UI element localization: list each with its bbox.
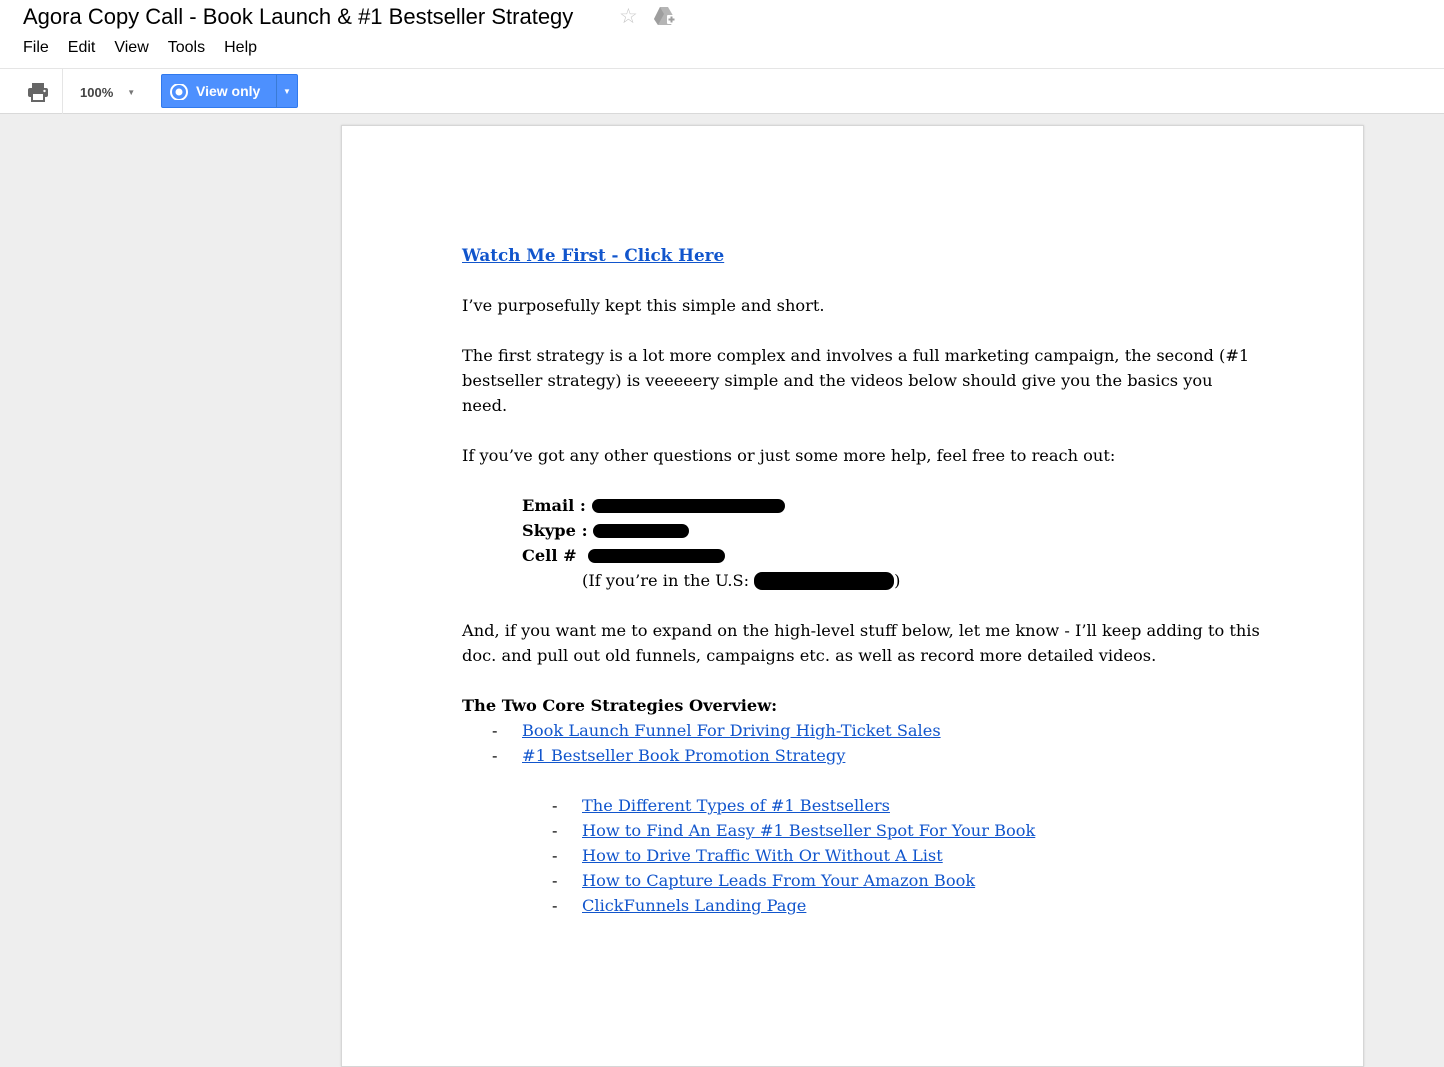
questions-paragraph: If you’ve got any other questions or jus… xyxy=(462,446,1116,465)
video-link-capture-leads[interactable]: How to Capture Leads From Your Amazon Bo… xyxy=(582,868,975,893)
chevron-down-icon: ▼ xyxy=(127,87,136,97)
email-label: Email : xyxy=(522,496,592,515)
us-label: (If you’re in the U.S: xyxy=(582,571,755,590)
overview-heading: The Two Core Strategies Overview: xyxy=(462,696,778,715)
strategy-paragraph: The first strategy is a lot more complex… xyxy=(462,346,1250,415)
skype-label: Skype : xyxy=(522,521,594,540)
redacted-us-number xyxy=(754,571,895,590)
list-item: - The Different Types of #1 Bestsellers xyxy=(462,793,1262,818)
redacted-cell xyxy=(587,548,725,563)
drive-icon[interactable] xyxy=(653,6,677,31)
video-link-traffic[interactable]: How to Drive Traffic With Or Without A L… xyxy=(582,843,943,868)
list-item: - How to Find An Easy #1 Bestseller Spot… xyxy=(462,818,1262,843)
video-link-find-spot[interactable]: How to Find An Easy #1 Bestseller Spot F… xyxy=(582,818,1035,843)
list-dash: - xyxy=(552,896,558,915)
list-dash: - xyxy=(552,821,558,840)
view-only-label: View only xyxy=(196,83,261,99)
cell-label: Cell # xyxy=(522,546,588,565)
list-dash: - xyxy=(492,746,498,765)
strategy-link-book-launch[interactable]: Book Launch Funnel For Driving High-Tick… xyxy=(522,718,941,743)
list-item: - How to Drive Traffic With Or Without A… xyxy=(462,843,1262,868)
us-close: ) xyxy=(894,571,901,590)
toolbar: 100% ▼ View only ▼ xyxy=(0,68,1444,114)
list-item: - Book Launch Funnel For Driving High-Ti… xyxy=(462,718,1262,743)
list-item: - How to Capture Leads From Your Amazon … xyxy=(462,868,1262,893)
menu-help[interactable]: Help xyxy=(224,39,257,59)
list-item: - #1 Bestseller Book Promotion Strategy xyxy=(462,743,1262,768)
list-dash: - xyxy=(552,846,558,865)
redacted-email xyxy=(591,498,785,513)
menu-tools[interactable]: Tools xyxy=(168,39,205,59)
document-body: Watch Me First - Click Here I’ve purpose… xyxy=(462,243,1262,918)
star-icon[interactable]: ☆ xyxy=(619,4,638,29)
redacted-skype xyxy=(593,523,690,538)
list-dash: - xyxy=(492,721,498,740)
menu-bar: File Edit View Tools Help xyxy=(23,39,276,59)
us-contact-row: (If you’re in the U.S: ) xyxy=(462,568,1262,593)
eye-icon xyxy=(170,84,188,100)
strategy-link-bestseller[interactable]: #1 Bestseller Book Promotion Strategy xyxy=(522,743,845,768)
menu-edit[interactable]: Edit xyxy=(68,39,96,59)
list-dash: - xyxy=(552,796,558,815)
list-item: - ClickFunnels Landing Page xyxy=(462,893,1262,918)
menu-file[interactable]: File xyxy=(23,39,49,59)
video-link-types[interactable]: The Different Types of #1 Bestsellers xyxy=(582,793,890,818)
zoom-value: 100% xyxy=(80,84,114,100)
print-button[interactable] xyxy=(22,78,54,106)
expand-paragraph: And, if you want me to expand on the hig… xyxy=(462,621,1260,665)
document-title[interactable]: Agora Copy Call - Book Launch & #1 Bests… xyxy=(23,4,573,30)
toolbar-divider xyxy=(62,69,63,114)
list-dash: - xyxy=(552,871,558,890)
printer-icon xyxy=(28,83,48,102)
document-page: Watch Me First - Click Here I’ve purpose… xyxy=(341,125,1364,1067)
chevron-down-icon[interactable]: ▼ xyxy=(276,75,297,107)
contact-block: Email : Skype : Cell # xyxy=(462,493,1262,568)
intro-paragraph: I’ve purposefully kept this simple and s… xyxy=(462,296,825,315)
watch-me-first-link[interactable]: Watch Me First - Click Here xyxy=(462,245,724,265)
view-only-button[interactable]: View only ▼ xyxy=(161,74,298,108)
menu-view[interactable]: View xyxy=(114,39,148,59)
video-link-clickfunnels[interactable]: ClickFunnels Landing Page xyxy=(582,893,806,918)
title-bar: Agora Copy Call - Book Launch & #1 Bests… xyxy=(0,0,1444,68)
zoom-select[interactable]: 100% ▼ xyxy=(72,79,135,105)
